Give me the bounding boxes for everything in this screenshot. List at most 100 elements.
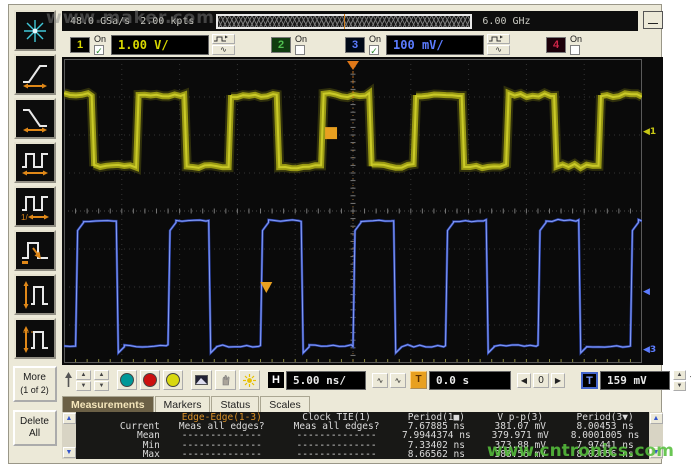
channel-3-waveform-menu-icon[interactable] <box>487 34 510 44</box>
more-button[interactable]: More (1 of 2) <box>13 366 57 402</box>
amplitude-icon <box>20 280 50 310</box>
scroll-down-icon[interactable]: ▼ <box>63 447 76 458</box>
brightness-button[interactable] <box>239 370 260 390</box>
main-area: 48.0 GSa/s 2.00 kpts 6.00 GHz — 1 On ✓ 1… <box>62 5 663 463</box>
cell: -------------- <box>164 450 280 459</box>
pulse-width-button[interactable] <box>14 230 56 271</box>
timebase-field[interactable]: 5.00 ns/ <box>286 371 366 390</box>
tab-status[interactable]: Status <box>211 396 259 412</box>
position-zero-button[interactable]: 0 <box>533 373 549 388</box>
red-marker-button[interactable] <box>140 370 160 390</box>
rise-time-button[interactable] <box>14 54 56 95</box>
channel-3-on-label: On <box>369 35 381 44</box>
channel-3-checkbox[interactable]: ✓ <box>369 45 379 55</box>
hscale-zoom-out-icon[interactable]: ∿ <box>372 373 388 388</box>
channel-4-on-label: On <box>570 35 582 44</box>
watermark-bottom-right: www.cntronics.com <box>487 441 674 461</box>
fall-time-icon <box>20 104 50 134</box>
ground-marker-ch1[interactable]: ◀1 <box>643 127 656 137</box>
channel-3-button[interactable]: 3 <box>345 37 365 53</box>
amplitude-button[interactable] <box>14 274 56 315</box>
yellow-marker-button[interactable] <box>163 370 183 390</box>
channel-2-on-label: On <box>295 35 307 44</box>
scroll-up-icon[interactable]: ▲ <box>63 413 76 424</box>
trigger-level-up-button[interactable]: ▲ <box>673 370 686 380</box>
trigger-position-marker[interactable] <box>347 61 359 70</box>
more-button-page: (1 of 2) <box>15 384 55 396</box>
hscale-zoom-in-icon[interactable]: ∿ <box>390 373 406 388</box>
frequency-button[interactable]: 1/ <box>14 186 56 227</box>
bottom-tab-bar: Measurements Markers Status Scales <box>62 395 663 413</box>
channel-4-checkbox[interactable] <box>570 45 580 55</box>
row-label: Max <box>76 450 164 459</box>
position-left-button[interactable]: ◀ <box>517 373 531 388</box>
oscilloscope-window: 1/ <box>8 4 662 464</box>
tab-scales[interactable]: Scales <box>260 396 310 412</box>
svg-text:1/: 1/ <box>21 213 28 222</box>
marker-b-up-button[interactable]: ▲ <box>94 370 109 380</box>
period-icon <box>20 148 50 178</box>
yellow-ball-icon <box>166 373 180 387</box>
screen-capture-button[interactable] <box>191 370 212 390</box>
peak-peak-button[interactable] <box>14 318 56 359</box>
acquisition-timeline[interactable] <box>216 14 472 29</box>
channel-1-waveform-menu-icon[interactable] <box>212 34 235 44</box>
timeline-center-tick <box>344 14 345 29</box>
channel-1-scale-field[interactable]: 1.00 V/ <box>111 35 209 55</box>
waveform-display[interactable]: ◀1 ◀ ◀3 <box>62 57 663 365</box>
cell: 8.66562 ns <box>393 450 479 459</box>
channel-1-checkbox[interactable]: ✓ <box>94 45 104 55</box>
channel-3-sine-menu-icon[interactable]: ∿ <box>487 45 510 55</box>
pulse-width-icon <box>20 236 50 266</box>
teal-marker-button[interactable] <box>117 370 137 390</box>
trigger-level-field[interactable]: 159 mV <box>600 371 670 390</box>
horizontal-settings-button[interactable]: H <box>268 372 284 388</box>
more-button-label: More <box>15 372 55 384</box>
position-right-button[interactable]: ▶ <box>551 373 565 388</box>
fall-time-button[interactable] <box>14 98 56 139</box>
channel-1-button[interactable]: 1 <box>70 37 90 53</box>
channel-4-button[interactable]: 4 <box>546 37 566 53</box>
trigger-level-down-button[interactable]: ▼ <box>673 381 686 391</box>
delete-all-label2: All <box>15 428 55 440</box>
touch-button[interactable] <box>215 370 236 390</box>
ground-marker-ch3[interactable]: ◀3 <box>643 345 656 355</box>
time-reference-button[interactable]: T <box>410 371 427 389</box>
ground-marker-chx[interactable]: ◀ <box>643 287 650 297</box>
minimize-button[interactable]: — <box>643 11 663 29</box>
channel-setup-row: 1 On ✓ 1.00 V/ ∿ 2 On 3 On ✓ 100 <box>62 32 663 57</box>
trigger-level-spinner: ▲ ▼ <box>673 370 686 391</box>
measurement-sidebar: 1/ <box>9 5 60 463</box>
marker-arrow-icon <box>64 372 73 388</box>
teal-ball-icon <box>120 373 134 387</box>
frequency-icon: 1/ <box>20 192 50 222</box>
marker-a-down-button[interactable]: ▼ <box>76 381 91 391</box>
horizontal-position-field[interactable]: 0.0 s <box>429 371 511 390</box>
scroll-up-icon[interactable]: ▲ <box>650 413 663 424</box>
marker-b-spinner: ▲ ▼ <box>94 370 109 391</box>
table-scrollbar-left: ▲ ▼ <box>62 412 76 459</box>
tab-measurements[interactable]: Measurements <box>62 396 154 412</box>
period-button[interactable] <box>14 142 56 183</box>
cell: -------------- <box>280 450 394 459</box>
trigger-settings-button[interactable]: T <box>581 372 598 389</box>
peak-peak-icon <box>20 324 50 354</box>
bandwidth: 6.00 GHz <box>482 16 530 27</box>
screen-icon <box>195 375 208 385</box>
edge-select-square-marker[interactable] <box>325 127 337 139</box>
red-ball-icon <box>143 373 157 387</box>
tab-markers[interactable]: Markers <box>155 396 211 412</box>
hand-icon <box>220 374 232 386</box>
rise-time-icon <box>20 60 50 90</box>
marker-a-up-button[interactable]: ▲ <box>76 370 91 380</box>
jitter-mode-icon <box>22 18 48 44</box>
channel-1-sine-menu-icon[interactable]: ∿ <box>212 45 235 55</box>
waveform-graticule <box>64 59 642 363</box>
marker-b-down-button[interactable]: ▼ <box>94 381 109 391</box>
delete-all-button[interactable]: Delete All <box>13 410 57 446</box>
channel-2-checkbox[interactable] <box>295 45 305 55</box>
channel-3-scale-field[interactable]: 100 mV/ <box>386 35 484 55</box>
channel-2-button[interactable]: 2 <box>271 37 291 53</box>
watermark-top-left: www.maker.com <box>46 8 215 28</box>
sun-icon <box>243 374 256 387</box>
